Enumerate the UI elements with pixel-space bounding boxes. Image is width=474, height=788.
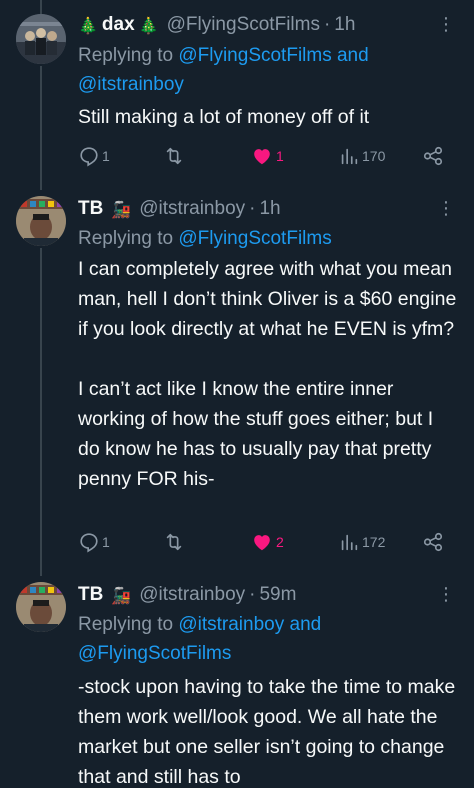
- avatar[interactable]: [16, 582, 66, 632]
- tweet-header: TB 🚂 @itstrainboy · 1h: [78, 196, 434, 222]
- replying-to-label: Replying to: [78, 614, 179, 635]
- retweet-button[interactable]: [162, 530, 188, 554]
- views-count: 172: [362, 534, 386, 550]
- retweet-icon: [166, 147, 182, 165]
- replying-to-label: Replying to: [78, 45, 179, 66]
- user-handle[interactable]: @itstrainboy: [139, 198, 245, 220]
- replying-to-label: Replying to: [78, 228, 179, 249]
- avatar[interactable]: [16, 196, 66, 246]
- tweet-header: TB 🚂 @itstrainboy · 59m: [78, 582, 434, 608]
- reply-button[interactable]: 1: [78, 530, 110, 554]
- reply-button[interactable]: 1: [78, 144, 110, 168]
- tweet-text: -stock upon having to take the time to m…: [78, 676, 461, 788]
- replying-to: Replying to @FlyingScotFilms and @itstra…: [78, 41, 450, 99]
- share-icon: [423, 146, 443, 166]
- retweet-button[interactable]: [162, 144, 188, 168]
- like-count: 1: [276, 148, 284, 164]
- timestamp[interactable]: 1h: [334, 14, 355, 36]
- reply-count: 1: [102, 148, 110, 164]
- more-icon[interactable]: ⋮: [436, 584, 456, 604]
- mention-link[interactable]: @itstrainboy and: [178, 614, 321, 635]
- like-icon: [254, 535, 270, 551]
- mention-link[interactable]: @itstrainboy: [78, 70, 450, 99]
- christmas-tree-icon: 🎄: [78, 15, 98, 35]
- share-button[interactable]: [422, 530, 444, 554]
- reply-icon: [80, 533, 98, 553]
- user-handle[interactable]: @itstrainboy: [139, 584, 245, 606]
- timestamp[interactable]: 1h: [259, 198, 280, 220]
- separator-dot: ·: [323, 14, 331, 35]
- tweet-actions: 1 2 172: [78, 530, 448, 554]
- views-count: 170: [362, 148, 386, 164]
- tweet-text: I can completely agree with what you mea…: [78, 258, 457, 490]
- like-button[interactable]: 2: [250, 530, 284, 554]
- tweet[interactable]: TB 🚂 @itstrainboy · 59m ⋮ Replying to @i…: [0, 576, 474, 788]
- views-button[interactable]: 170: [338, 144, 385, 168]
- mention-link[interactable]: @FlyingScotFilms and: [178, 45, 368, 66]
- display-name[interactable]: TB: [78, 198, 103, 220]
- tweet[interactable]: 🎄 dax 🎄 @FlyingScotFilms · 1h ⋮ Replying…: [0, 0, 474, 190]
- tweet-text: Still making a lot of money off of it: [78, 106, 370, 128]
- replying-to: Replying to @FlyingScotFilms: [78, 224, 450, 253]
- more-icon[interactable]: ⋮: [436, 198, 456, 218]
- tweet[interactable]: TB 🚂 @itstrainboy · 1h ⋮ Replying to @Fl…: [0, 190, 474, 576]
- train-icon: 🚂: [111, 199, 132, 219]
- reply-icon: [80, 147, 98, 167]
- replying-to: Replying to @itstrainboy and @FlyingScot…: [78, 610, 450, 668]
- like-icon: [254, 149, 270, 165]
- christmas-tree-icon: 🎄: [138, 15, 159, 35]
- train-icon: 🚂: [111, 585, 132, 605]
- timestamp[interactable]: 59m: [259, 584, 296, 606]
- like-button[interactable]: 1: [250, 144, 284, 168]
- tweet-header: 🎄 dax 🎄 @FlyingScotFilms · 1h: [78, 12, 434, 38]
- like-count: 2: [276, 534, 284, 550]
- views-button[interactable]: 172: [338, 530, 385, 554]
- views-icon: [341, 148, 358, 165]
- more-icon[interactable]: ⋮: [436, 14, 456, 34]
- display-name[interactable]: TB: [78, 584, 103, 606]
- user-handle[interactable]: @FlyingScotFilms: [167, 14, 320, 36]
- conversation-thread: 🎄 dax 🎄 @FlyingScotFilms · 1h ⋮ Replying…: [0, 0, 474, 788]
- tweet-actions: 1 1 170: [78, 144, 448, 168]
- reply-count: 1: [102, 534, 110, 550]
- views-icon: [341, 534, 358, 551]
- separator-dot: ·: [249, 198, 256, 219]
- mention-link[interactable]: @FlyingScotFilms: [178, 228, 331, 249]
- share-icon: [423, 532, 443, 552]
- retweet-icon: [166, 533, 182, 551]
- separator-dot: ·: [249, 584, 256, 605]
- avatar[interactable]: [16, 14, 66, 64]
- display-name[interactable]: dax: [102, 14, 135, 36]
- share-button[interactable]: [422, 144, 444, 168]
- mention-link[interactable]: @FlyingScotFilms: [78, 639, 450, 668]
